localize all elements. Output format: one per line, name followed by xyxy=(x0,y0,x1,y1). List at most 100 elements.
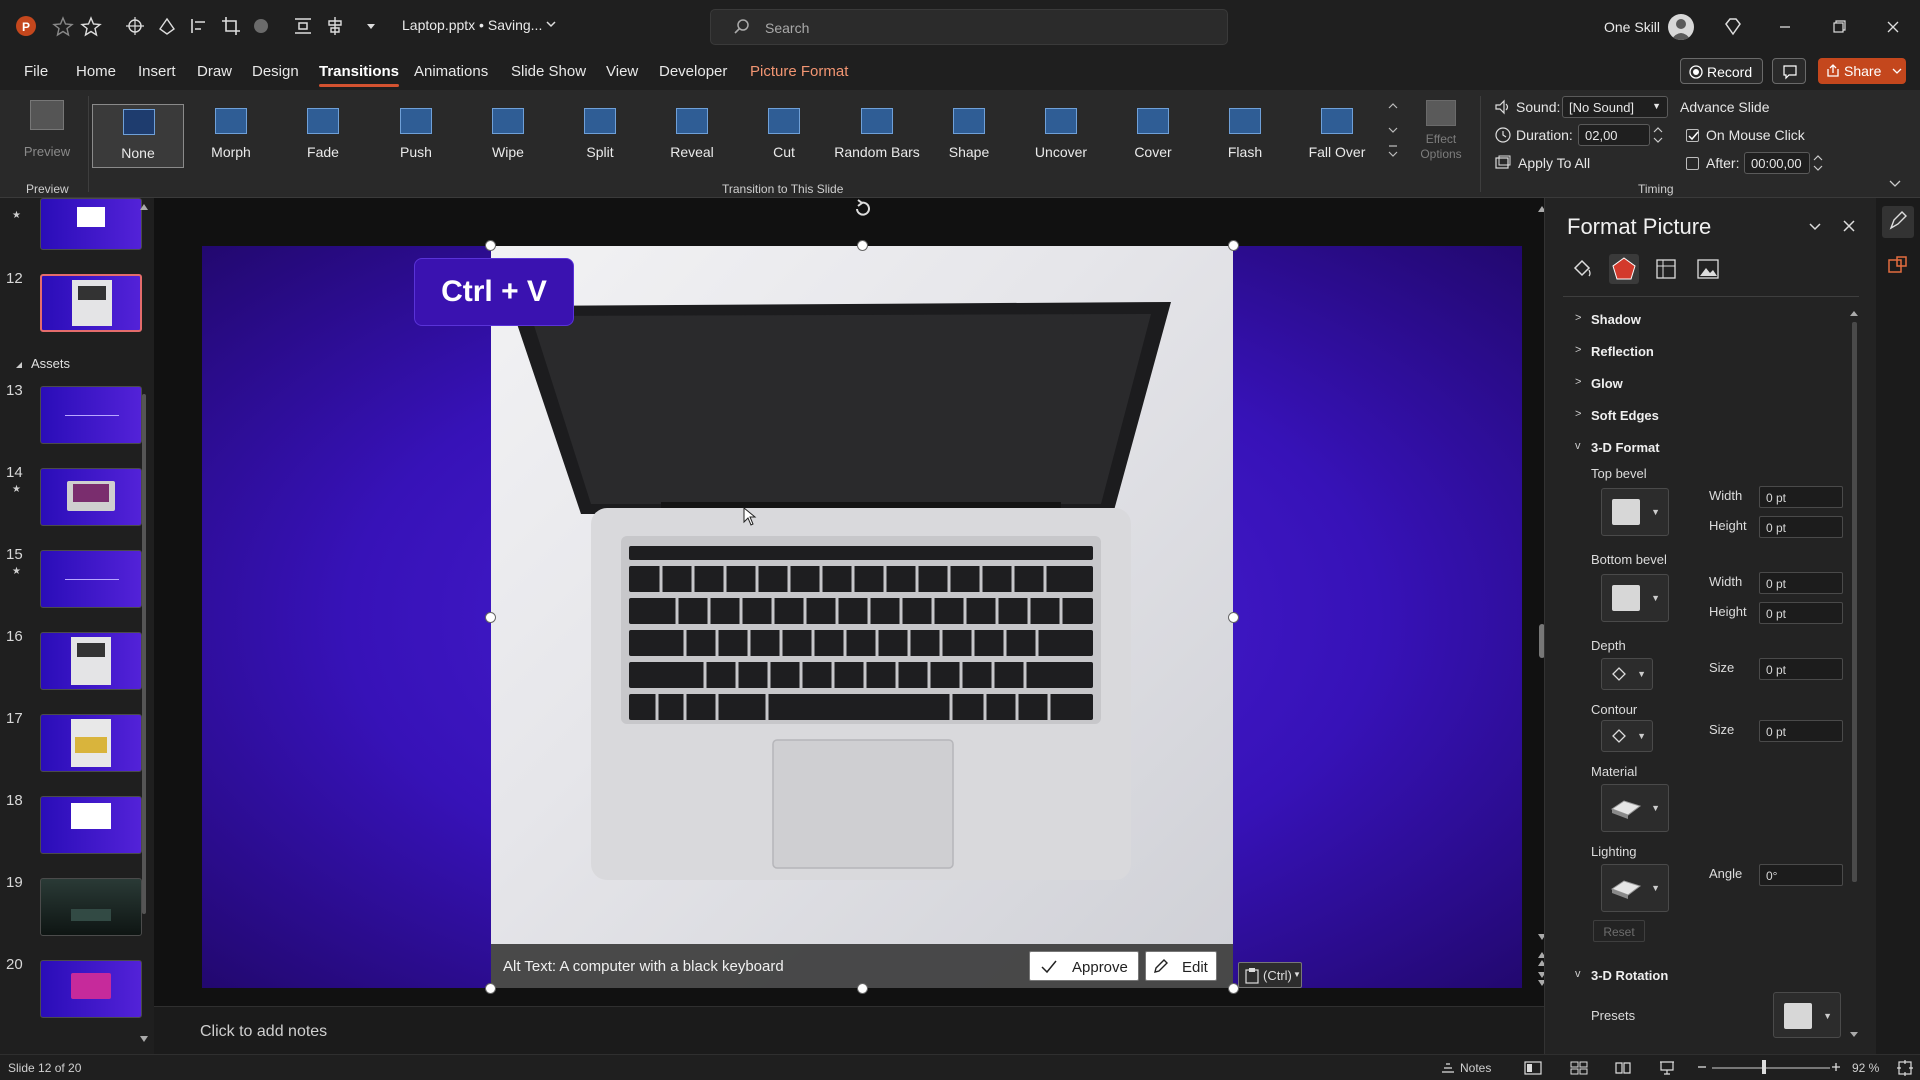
after-input[interactable]: 00:00,00 xyxy=(1744,152,1810,174)
align-icon[interactable] xyxy=(188,15,210,37)
designer-icon[interactable] xyxy=(1886,254,1910,278)
resize-handle[interactable] xyxy=(857,983,868,994)
crop-icon[interactable] xyxy=(220,15,242,37)
tab-developer[interactable]: Developer xyxy=(659,63,727,80)
transition-shape[interactable]: Shape xyxy=(923,104,1015,168)
effects-icon[interactable] xyxy=(1609,254,1639,284)
avatar[interactable] xyxy=(1668,14,1694,40)
size-properties-icon[interactable] xyxy=(1651,254,1681,284)
bottom-bevel-dropdown[interactable]: ▼ xyxy=(1601,574,1669,622)
slideshow-icon[interactable] xyxy=(1658,1060,1676,1076)
thumbnails-scrollbar[interactable] xyxy=(138,198,150,1048)
transition-fall-over[interactable]: Fall Over xyxy=(1291,104,1383,168)
chevron-down-icon[interactable] xyxy=(544,17,558,31)
sound-dropdown[interactable]: [No Sound] ▼ xyxy=(1562,96,1668,118)
customize-qat-icon[interactable] xyxy=(360,15,382,37)
restore-icon[interactable] xyxy=(1826,14,1852,40)
tab-animations[interactable]: Animations xyxy=(414,63,488,80)
picture-icon[interactable] xyxy=(1693,254,1723,284)
fit-to-window-icon[interactable] xyxy=(1896,1059,1914,1077)
angle-input[interactable]: 0° xyxy=(1759,864,1843,886)
transition-wipe[interactable]: Wipe xyxy=(462,104,554,168)
resize-handle[interactable] xyxy=(1228,240,1239,251)
lighting-dropdown[interactable]: ▼ xyxy=(1601,864,1669,912)
reset-button[interactable]: Reset xyxy=(1593,920,1645,942)
target-icon[interactable] xyxy=(124,15,146,37)
slide-thumbnail[interactable] xyxy=(40,714,142,772)
zoom-level[interactable]: 92 % xyxy=(1852,1061,1879,1075)
collapse-section-icon[interactable] xyxy=(14,360,24,370)
section-soft-edges[interactable]: Soft Edges xyxy=(1591,408,1659,423)
slide-thumbnail[interactable] xyxy=(40,878,142,936)
pane-scrollbar[interactable] xyxy=(1849,308,1859,1040)
section-3d-rotation[interactable]: 3-D Rotation xyxy=(1591,968,1668,983)
preview-button[interactable]: Preview xyxy=(12,98,82,172)
collapse-ribbon-icon[interactable] xyxy=(1888,178,1902,190)
document-title[interactable]: Laptop.pptx • Saving... xyxy=(402,17,542,33)
transition-random-bars[interactable]: Random Bars xyxy=(831,104,923,168)
chevron-down-icon[interactable] xyxy=(1807,218,1823,234)
distribute-icon[interactable] xyxy=(292,15,314,37)
transition-reveal[interactable]: Reveal xyxy=(646,104,738,168)
slide-thumbnail[interactable] xyxy=(40,386,142,444)
transition-fade[interactable]: Fade xyxy=(277,104,369,168)
slide-thumbnail[interactable] xyxy=(40,550,142,608)
tab-file[interactable]: File xyxy=(24,63,48,80)
comments-button[interactable] xyxy=(1772,58,1806,84)
section-name[interactable]: Assets xyxy=(31,356,70,371)
section-reflection[interactable]: Reflection xyxy=(1591,344,1654,359)
resize-handle[interactable] xyxy=(485,983,496,994)
tab-home[interactable]: Home xyxy=(76,63,116,80)
on-mouse-click-checkbox[interactable] xyxy=(1686,129,1699,142)
tab-picture-format[interactable]: Picture Format xyxy=(750,63,848,80)
resize-handle[interactable] xyxy=(1228,612,1239,623)
fill-line-icon[interactable] xyxy=(1567,254,1597,284)
depth-size-input[interactable]: 0 pt xyxy=(1759,658,1843,680)
close-icon[interactable] xyxy=(1880,14,1906,40)
search-box[interactable]: Search xyxy=(710,9,1228,45)
resize-handle[interactable] xyxy=(485,240,496,251)
transition-none[interactable]: None xyxy=(92,104,184,168)
zoom-out-icon[interactable] xyxy=(1696,1059,1708,1075)
resize-handle[interactable] xyxy=(485,612,496,623)
edit-button[interactable]: Edit xyxy=(1145,951,1217,981)
presets-dropdown[interactable]: ▼ xyxy=(1773,992,1841,1038)
favorites-icon[interactable] xyxy=(80,15,102,37)
tab-slide-show[interactable]: Slide Show xyxy=(511,63,586,80)
transition-flash[interactable]: Flash xyxy=(1199,104,1291,168)
spinner-icon[interactable] xyxy=(1652,124,1664,146)
slide-thumbnail[interactable] xyxy=(40,198,142,250)
notes-icon[interactable] xyxy=(1440,1060,1456,1076)
transition-cover[interactable]: Cover xyxy=(1107,104,1199,168)
resize-handle[interactable] xyxy=(857,240,868,251)
normal-view-icon[interactable] xyxy=(1524,1060,1542,1076)
tab-draw[interactable]: Draw xyxy=(197,63,232,80)
paste-options-button[interactable]: (Ctrl) ▼ xyxy=(1238,962,1302,988)
slide-thumbnail[interactable] xyxy=(40,960,142,1018)
slide-thumbnail[interactable] xyxy=(40,796,142,854)
transition-uncover[interactable]: Uncover xyxy=(1015,104,1107,168)
autosave-icon[interactable] xyxy=(52,15,74,37)
top-bevel-height-input[interactable]: 0 pt xyxy=(1759,516,1843,538)
share-button[interactable]: Share xyxy=(1818,58,1906,84)
contour-color-dropdown[interactable]: ▼ xyxy=(1601,720,1653,752)
bottom-bevel-height-input[interactable]: 0 pt xyxy=(1759,602,1843,624)
reading-view-icon[interactable] xyxy=(1614,1060,1632,1076)
slide-thumbnail[interactable] xyxy=(40,468,142,526)
chevron-down-icon[interactable] xyxy=(1892,66,1902,76)
minimize-icon[interactable] xyxy=(1772,14,1798,40)
approve-button[interactable]: Approve xyxy=(1029,951,1139,981)
record-button[interactable]: Record xyxy=(1680,58,1763,84)
material-dropdown[interactable]: ▼ xyxy=(1601,784,1669,832)
gallery-scroll[interactable] xyxy=(1386,102,1400,162)
transition-cut[interactable]: Cut xyxy=(738,104,830,168)
laptop-picture[interactable] xyxy=(491,246,1233,988)
section-glow[interactable]: Glow xyxy=(1591,376,1623,391)
apply-to-all-button[interactable]: Apply To All xyxy=(1518,155,1590,171)
section-3d-format[interactable]: 3-D Format xyxy=(1591,440,1660,455)
tab-design[interactable]: Design xyxy=(252,63,299,80)
shape-fill-icon[interactable] xyxy=(156,15,178,37)
user-name[interactable]: One Skill xyxy=(1604,19,1660,35)
tab-transitions[interactable]: Transitions xyxy=(319,63,400,87)
transition-split[interactable]: Split xyxy=(554,104,646,168)
